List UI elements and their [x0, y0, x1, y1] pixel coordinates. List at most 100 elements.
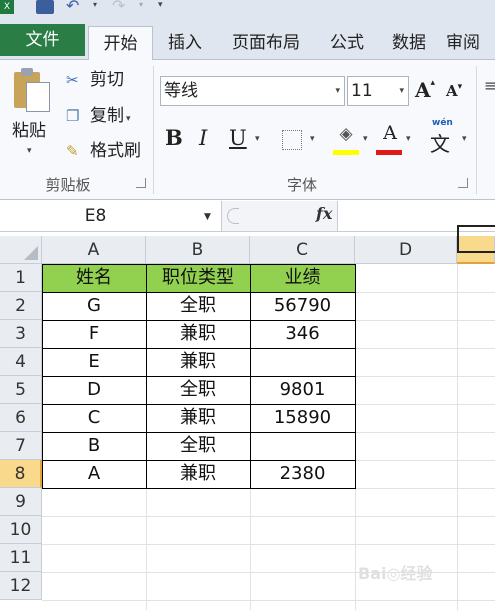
tab-formulas[interactable]: 公式: [322, 26, 372, 60]
insert-function-button[interactable]: fx: [316, 204, 332, 223]
row-header-9[interactable]: 9: [0, 488, 42, 516]
table-cell[interactable]: C: [42, 404, 146, 432]
font-group-label: 字体: [286, 176, 317, 194]
bold-button[interactable]: B: [165, 124, 183, 152]
column-header-d[interactable]: D: [355, 236, 457, 264]
paste-button[interactable]: 粘贴: [12, 116, 46, 141]
redo-icon[interactable]: ↷: [112, 0, 136, 14]
row-header-8[interactable]: 8: [0, 460, 42, 488]
font-size-value: 11: [351, 81, 373, 101]
table-cell[interactable]: 全职: [146, 376, 250, 404]
borders-dropdown-icon[interactable]: ▾: [310, 134, 315, 144]
font-launcher-icon[interactable]: [458, 178, 468, 188]
cut-button[interactable]: ✂ 剪切: [66, 68, 124, 92]
format-painter-button[interactable]: ✎ 格式刷: [66, 139, 141, 163]
row-header-6[interactable]: 6: [0, 404, 42, 432]
table-cell[interactable]: A: [42, 460, 146, 488]
table-cell[interactable]: G: [42, 292, 146, 320]
increase-font-size-icon[interactable]: A▴: [415, 78, 435, 102]
copy-label: 复制: [90, 106, 124, 126]
formula-bar-controls: fx: [222, 201, 338, 231]
row-header-12[interactable]: 12: [0, 572, 42, 600]
chevron-down-icon[interactable]: ▾: [399, 77, 404, 105]
paste-icon[interactable]: [14, 66, 52, 112]
table-cell[interactable]: 兼职: [146, 320, 250, 348]
tab-insert[interactable]: 插入: [160, 26, 210, 60]
gridline-horizontal: [42, 544, 495, 545]
underline-dropdown-icon[interactable]: ▾: [255, 134, 260, 144]
table-cell[interactable]: 56790: [250, 292, 355, 320]
table-cell[interactable]: [250, 348, 355, 376]
font-name-value: 等线: [164, 81, 198, 101]
column-header-a[interactable]: A: [42, 236, 146, 264]
formula-bar: E8 ▼ fx: [0, 200, 495, 232]
table-cell[interactable]: 346: [250, 320, 355, 348]
tab-file[interactable]: 文件: [0, 24, 85, 56]
undo-dropdown-icon[interactable]: ▾: [93, 0, 101, 14]
header-cell[interactable]: 业绩: [250, 264, 355, 292]
font-size-select[interactable]: 11 ▾: [347, 76, 409, 106]
name-box[interactable]: E8: [0, 201, 222, 231]
table-cell[interactable]: 2380: [250, 460, 355, 488]
paste-dropdown-icon[interactable]: ▾: [27, 146, 32, 156]
fill-color-icon[interactable]: ◈: [333, 124, 359, 152]
font-color-dropdown-icon[interactable]: ▾: [406, 134, 411, 144]
clipboard-launcher-icon[interactable]: [136, 178, 146, 188]
active-cell-e8[interactable]: [457, 225, 495, 253]
phonetic-dropdown-icon[interactable]: ▾: [462, 134, 467, 144]
select-all-button[interactable]: [0, 236, 42, 264]
name-box-dropdown-icon[interactable]: ▼: [204, 212, 211, 222]
copy-dropdown-icon[interactable]: ▾: [126, 114, 131, 124]
alignment-group-icon[interactable]: ≡: [484, 76, 495, 176]
copy-button[interactable]: ❐ 复制 ▾: [66, 104, 131, 128]
borders-icon[interactable]: [282, 130, 302, 150]
tab-page-layout[interactable]: 页面布局: [222, 26, 310, 60]
table-cell[interactable]: 15890: [250, 404, 355, 432]
table-cell[interactable]: 全职: [146, 292, 250, 320]
underline-button[interactable]: U: [229, 124, 247, 152]
table-cell[interactable]: D: [42, 376, 146, 404]
fill-color-dropdown-icon[interactable]: ▾: [363, 134, 368, 144]
worksheet-grid[interactable]: ABCD 1 2 3 4 5 6 7 8 9 10 11 12 姓名 职位类型 业绩 G 全职 56790 F 兼职…: [0, 236, 495, 610]
tab-review[interactable]: 审阅: [446, 26, 495, 60]
header-cell[interactable]: 职位类型: [146, 264, 250, 292]
font-name-select[interactable]: 等线 ▾: [160, 76, 345, 106]
format-painter-label: 格式刷: [90, 141, 141, 161]
table-cell[interactable]: 兼职: [146, 404, 250, 432]
table-cell[interactable]: 9801: [250, 376, 355, 404]
table-cell[interactable]: 兼职: [146, 348, 250, 376]
column-header-c[interactable]: C: [250, 236, 355, 264]
row-header-1[interactable]: 1: [0, 264, 42, 292]
table-cell[interactable]: 兼职: [146, 460, 250, 488]
table-cell[interactable]: 全职: [146, 432, 250, 460]
undo-icon[interactable]: ↶: [66, 0, 90, 14]
table-cell[interactable]: F: [42, 320, 146, 348]
table-border-horizontal: [42, 348, 356, 349]
italic-button[interactable]: I: [199, 124, 207, 152]
cut-label: 剪切: [90, 70, 124, 90]
customize-toolbar-icon[interactable]: ▾: [158, 0, 168, 14]
font-color-button[interactable]: A: [378, 122, 402, 148]
header-cell[interactable]: 姓名: [42, 264, 146, 292]
splitter-handle-icon[interactable]: [227, 208, 239, 224]
save-icon[interactable]: [36, 0, 54, 14]
table-border-horizontal: [42, 488, 356, 489]
table-cell[interactable]: [250, 432, 355, 460]
fill-color-swatch: [333, 150, 359, 155]
tab-home[interactable]: 开始: [88, 26, 153, 61]
row-header-5[interactable]: 5: [0, 376, 42, 404]
row-header-11[interactable]: 11: [0, 544, 42, 572]
row-header-2[interactable]: 2: [0, 292, 42, 320]
tab-data[interactable]: 数据: [384, 26, 434, 60]
phonetic-guide-button[interactable]: 文: [430, 122, 458, 156]
table-cell[interactable]: E: [42, 348, 146, 376]
column-header-b[interactable]: B: [146, 236, 250, 264]
row-header-10[interactable]: 10: [0, 516, 42, 544]
table-cell[interactable]: B: [42, 432, 146, 460]
decrease-font-size-icon[interactable]: A▾: [446, 82, 462, 100]
row-header-3[interactable]: 3: [0, 320, 42, 348]
chevron-down-icon[interactable]: ▾: [335, 77, 340, 105]
row-header-4[interactable]: 4: [0, 348, 42, 376]
row-header-7[interactable]: 7: [0, 432, 42, 460]
redo-dropdown-icon[interactable]: ▾: [139, 0, 147, 14]
